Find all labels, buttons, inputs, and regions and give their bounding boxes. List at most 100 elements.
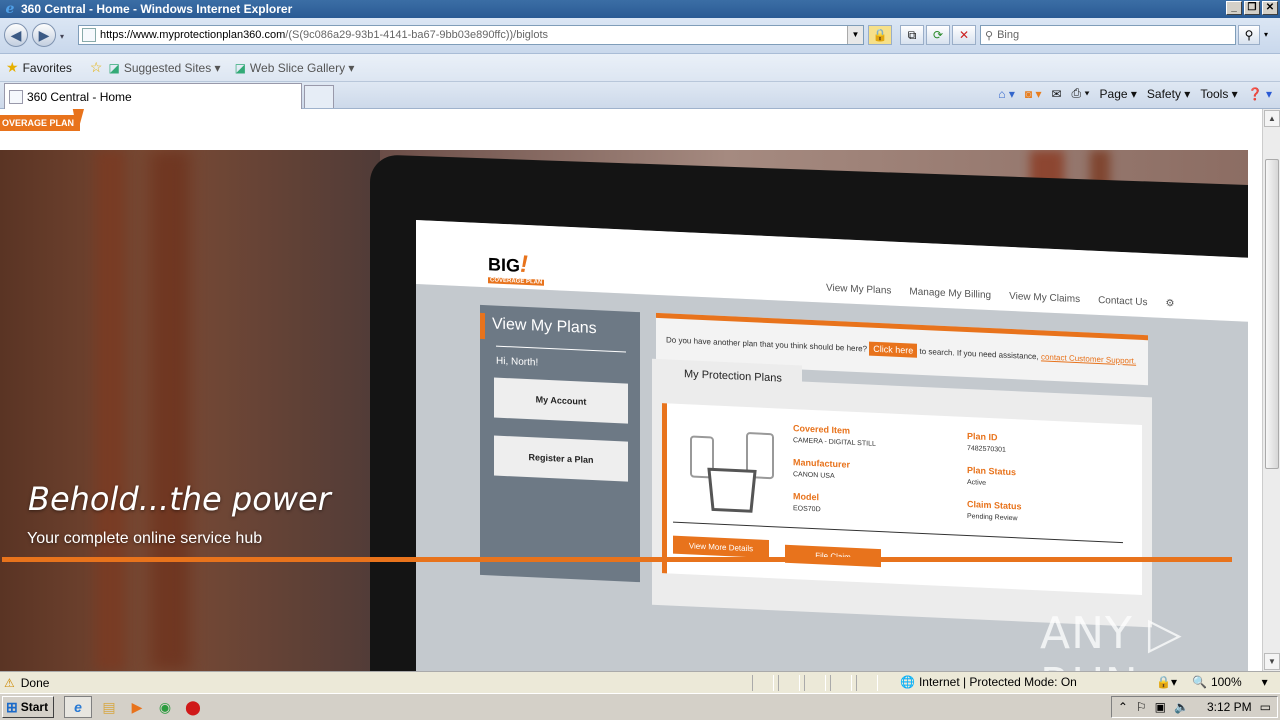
anyrun-watermark: ANY ▷ RUN	[1040, 608, 1183, 671]
taskbar-chrome-icon[interactable]: ◉	[154, 697, 176, 717]
star-icon: ★	[6, 59, 19, 75]
mock-settings-icon: ⚙	[1165, 298, 1175, 310]
mock-view-details-button: View More Details	[673, 535, 769, 559]
mock-plans-panel: My Protection Plans Covered Item CAMERA …	[652, 358, 1152, 628]
status-text: Done	[20, 675, 50, 690]
forward-button[interactable]: ▶	[32, 23, 56, 47]
status-separator	[778, 675, 800, 691]
mock-notice-pre: Do you have another plan that you think …	[666, 335, 868, 354]
close-window-button[interactable]: ✕	[1262, 1, 1278, 15]
print-icon[interactable]: ⎙ ▾	[1072, 86, 1090, 101]
taskbar-explorer-icon[interactable]: ▤	[98, 697, 120, 717]
globe-icon: 🌐	[900, 675, 915, 689]
scroll-up-icon[interactable]: ▲	[1264, 110, 1280, 127]
stop-icon[interactable]: ✕	[952, 25, 976, 45]
favorites-label: Favorites	[22, 60, 72, 75]
restore-button[interactable]: ❐	[1244, 1, 1260, 15]
read-mail-icon[interactable]: ✉	[1051, 87, 1061, 101]
site-logo[interactable]: OVERAGE PLAN	[0, 115, 81, 131]
search-placeholder: Bing	[997, 29, 1020, 41]
back-button[interactable]: ◀	[4, 23, 28, 47]
home-icon[interactable]: ⌂ ▾	[998, 87, 1015, 101]
mock-my-account-button: My Account	[494, 377, 628, 424]
favorites-bar: ★ Favorites ☆ ◪ Suggested Sites ▾ ◪ Web …	[0, 54, 1280, 82]
taskbar-ie-icon[interactable]: e	[64, 696, 92, 718]
address-dropdown-icon[interactable]: ▼	[847, 26, 863, 44]
minimize-button[interactable]: _	[1226, 1, 1242, 15]
mock-logo-text: BIG	[488, 254, 521, 276]
help-icon[interactable]: ❓ ▾	[1248, 87, 1272, 101]
mock-greeting: Hi, North!	[496, 355, 539, 369]
add-favorites-icon[interactable]: ☆	[90, 59, 103, 76]
start-label: Start	[20, 700, 49, 714]
command-bar: ⌂ ▾ ◙ ▾ ✉ ⎙ ▾ Page ▾ Safety ▾ Tools ▾ ❓ …	[998, 86, 1272, 101]
tab-page-icon	[9, 89, 23, 104]
suggested-sites-label: Suggested Sites ▾	[123, 60, 221, 75]
page-icon	[82, 28, 96, 42]
mock-manufacturer-label: Manufacturer	[793, 457, 851, 470]
search-icon[interactable]: ⚲	[1238, 25, 1260, 45]
suggested-sites-link[interactable]: ◪ Suggested Sites ▾	[108, 61, 220, 75]
mock-register-plan-button: Register a Plan	[494, 435, 628, 482]
protected-mode-icon[interactable]: 🔒▾	[1156, 675, 1177, 689]
scroll-down-icon[interactable]: ▼	[1264, 653, 1280, 670]
chair-blur	[150, 150, 190, 671]
hero-background	[0, 150, 400, 671]
taskbar-media-player-icon[interactable]: ▶	[126, 697, 148, 717]
mock-plan-id-value: 7482570301	[967, 445, 1006, 454]
mock-notice-post: to search. If you need assistance,	[919, 346, 1039, 362]
search-options-icon[interactable]: ▾	[1264, 30, 1268, 39]
page-menu[interactable]: Page ▾	[1100, 87, 1137, 101]
mock-file-claim-button: File Claim	[785, 544, 881, 568]
security-zone[interactable]: 🌐 Internet | Protected Mode: On	[900, 675, 1077, 689]
mock-sidebar: View My Plans Hi, North! My Account Regi…	[480, 304, 640, 583]
navigation-bar: ◀ ▶ ▾ https://www.myprotectionplan360.co…	[0, 18, 1280, 54]
window-titlebar: e 360 Central - Home - Windows Internet …	[0, 0, 1280, 18]
network-icon[interactable]: ▣	[1155, 700, 1166, 714]
safety-menu[interactable]: Safety ▾	[1147, 87, 1190, 101]
lock-icon[interactable]: 🔒	[868, 25, 892, 45]
scroll-thumb[interactable]	[1265, 159, 1279, 469]
clock[interactable]: 3:12 PM	[1207, 700, 1252, 714]
volume-icon[interactable]: 🔈	[1174, 700, 1189, 714]
mock-contact-link: contact Customer Support.	[1040, 352, 1137, 366]
tray-expand-icon[interactable]: ⌃	[1118, 700, 1128, 714]
tools-menu[interactable]: Tools ▾	[1200, 87, 1237, 101]
mock-model-value: EOS70D	[793, 505, 821, 514]
action-center-icon[interactable]: ⚐	[1136, 700, 1147, 714]
windows-logo-icon: ⊞	[6, 698, 18, 715]
new-tab-button[interactable]	[304, 85, 334, 108]
hero-subtitle: Your complete online service hub	[27, 530, 263, 547]
zoom-dropdown-icon: ▾	[1261, 675, 1268, 689]
mock-model-label: Model	[793, 491, 819, 503]
address-bar[interactable]: https://www.myprotectionplan360.com /(S(…	[78, 25, 864, 45]
refresh-icon[interactable]: ⟳	[926, 25, 950, 45]
vertical-scrollbar[interactable]: ▲ ▼	[1262, 109, 1280, 671]
mock-nav-item: View My Claims	[1009, 290, 1081, 306]
compatibility-view-icon[interactable]: ⧉	[900, 25, 924, 45]
mock-logo: BIG! COVERAGE PLAN	[488, 249, 545, 286]
search-input[interactable]: ⚲ Bing	[980, 25, 1236, 45]
mock-plan-card: Covered Item CAMERA - DIGITAL STILL Manu…	[662, 403, 1142, 595]
mock-plan-id-label: Plan ID	[967, 431, 998, 443]
tab-360-central-home[interactable]: 360 Central - Home	[4, 83, 302, 109]
mock-plans-tab: My Protection Plans	[652, 358, 802, 392]
address-path: /(S(9c086a29-93b1-4141-ba67-9bb03e890ffc…	[285, 29, 549, 41]
zoom-icon: 🔍	[1192, 675, 1207, 689]
mock-click-here-button: Click here	[869, 341, 918, 358]
favorites-button[interactable]: ★ Favorites	[6, 59, 72, 76]
zone-text: Internet | Protected Mode: On	[918, 675, 1077, 689]
taskbar-opera-icon[interactable]: ⬤	[182, 697, 204, 717]
show-desktop-icon[interactable]: ▭	[1260, 700, 1271, 714]
hero-banner: BIG! COVERAGE PLAN View My Plans Manage …	[0, 150, 1248, 671]
site-header: OVERAGE PLAN	[0, 109, 1262, 150]
page-content: OVERAGE PLAN BIG! COVERAGE PLAN View My …	[0, 109, 1262, 671]
mock-covered-item-label: Covered Item	[793, 423, 851, 436]
feeds-icon[interactable]: ◙ ▾	[1025, 87, 1042, 101]
zoom-control[interactable]: 🔍 100% ▾	[1192, 675, 1268, 689]
warning-icon[interactable]: ⚠	[4, 676, 15, 690]
web-slice-gallery-link[interactable]: ◪ Web Slice Gallery ▾	[235, 61, 355, 75]
start-button[interactable]: ⊞ Start	[2, 696, 54, 718]
recent-pages-dropdown-icon[interactable]: ▾	[60, 32, 64, 41]
hero-title: Behold...the power	[28, 480, 331, 518]
